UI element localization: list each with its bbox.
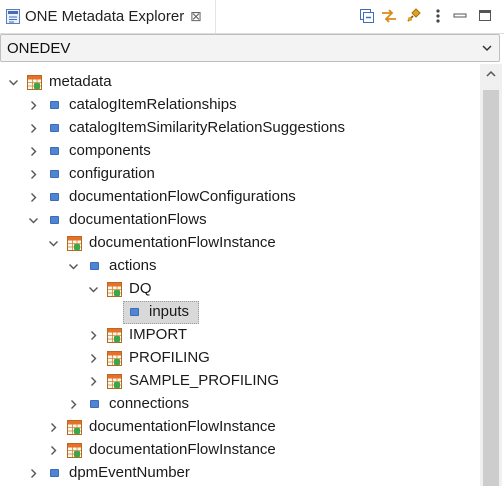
tree-row[interactable]: SAMPLE_PROFILING: [0, 370, 480, 393]
tree-row[interactable]: configuration: [0, 163, 480, 186]
table-icon: [27, 75, 42, 90]
tree-row[interactable]: documentationFlowInstance: [0, 232, 480, 255]
tree-row-label: connections: [109, 395, 190, 412]
tree-row-label: DQ: [129, 280, 152, 297]
vertical-scrollbar[interactable]: [480, 64, 502, 486]
tree-row[interactable]: connections: [0, 393, 480, 416]
tree-row[interactable]: catalogItemRelationships: [0, 94, 480, 117]
tree-row-label: PROFILING: [129, 349, 210, 366]
expand-chevron-right-icon[interactable]: [28, 146, 39, 157]
expand-chevron-right-icon[interactable]: [28, 100, 39, 111]
tree-row-label: IMPORT: [129, 326, 188, 343]
expand-chevron-down-icon[interactable]: [88, 284, 99, 295]
expand-chevron-right-icon[interactable]: [68, 399, 79, 410]
table-icon: [107, 282, 122, 297]
pin-icon[interactable]: [402, 5, 424, 27]
tree-row[interactable]: components: [0, 140, 480, 163]
table-icon: [107, 351, 122, 366]
metadata-explorer-icon: [6, 9, 20, 24]
tree-row-label: documentationFlowInstance: [89, 418, 276, 435]
collapse-all-icon[interactable]: [356, 5, 378, 27]
expand-chevron-right-icon[interactable]: [88, 353, 99, 364]
view-titlebar: ONE Metadata Explorer ⊠: [0, 0, 504, 34]
tree-row[interactable]: catalogItemSimilarityRelationSuggestions: [0, 117, 480, 140]
tree-row[interactable]: DQ: [0, 278, 480, 301]
connection-select-value: ONEDEV: [7, 40, 71, 57]
table-icon: [107, 374, 122, 389]
tree-row-label: inputs: [149, 303, 190, 320]
tree-row-label: documentationFlowInstance: [89, 441, 276, 458]
scrollbar-thumb[interactable]: [483, 90, 499, 486]
attribute-icon: [50, 147, 59, 155]
table-icon: [67, 236, 82, 251]
attribute-icon: [90, 262, 99, 270]
minimize-icon[interactable]: [449, 5, 471, 27]
table-icon: [107, 328, 122, 343]
tree-row-label: documentationFlows: [69, 211, 207, 228]
tree-row[interactable]: actions: [0, 255, 480, 278]
tree-row-label: configuration: [69, 165, 155, 182]
attribute-icon: [50, 101, 59, 109]
expand-chevron-right-icon[interactable]: [48, 422, 59, 433]
view-title: ONE Metadata Explorer: [25, 8, 185, 25]
attribute-icon: [130, 308, 139, 316]
tree-row-label: dpmEventNumber: [69, 464, 190, 481]
expand-chevron-down-icon[interactable]: [28, 215, 39, 226]
view-tab[interactable]: ONE Metadata Explorer ⊠: [0, 0, 216, 33]
tree-row[interactable]: metadata: [0, 71, 480, 94]
attribute-icon: [50, 193, 59, 201]
expand-chevron-down-icon[interactable]: [68, 261, 79, 272]
table-icon: [67, 420, 82, 435]
attribute-icon: [50, 170, 59, 178]
expand-chevron-right-icon[interactable]: [88, 376, 99, 387]
scroll-up-icon[interactable]: [485, 69, 497, 79]
table-icon: [67, 443, 82, 458]
tree-row[interactable]: inputs: [0, 301, 480, 324]
attribute-icon: [50, 124, 59, 132]
attribute-icon: [50, 216, 59, 224]
tree-row-label: documentationFlowInstance: [89, 234, 276, 251]
expand-chevron-right-icon[interactable]: [88, 330, 99, 341]
tree-row[interactable]: dpmEventNumber: [0, 462, 480, 485]
expand-chevron-down-icon[interactable]: [8, 77, 19, 88]
tree-row[interactable]: documentationFlowInstance: [0, 416, 480, 439]
tree-row-label: documentationFlowConfigurations: [69, 188, 296, 205]
tree-row[interactable]: documentationFlowInstance: [0, 439, 480, 462]
tree-row-label: catalogItemSimilarityRelationSuggestions: [69, 119, 345, 136]
view-menu-icon[interactable]: [427, 5, 449, 27]
tree-row[interactable]: PROFILING: [0, 347, 480, 370]
expand-chevron-right-icon[interactable]: [48, 445, 59, 456]
expand-chevron-right-icon[interactable]: [28, 169, 39, 180]
expand-chevron-right-icon[interactable]: [28, 468, 39, 479]
expand-chevron-down-icon[interactable]: [48, 238, 59, 249]
attribute-icon: [50, 469, 59, 477]
tree-row[interactable]: IMPORT: [0, 324, 480, 347]
tree-row-label: components: [69, 142, 151, 159]
tree-row-label: actions: [109, 257, 157, 274]
attribute-icon: [90, 400, 99, 408]
tree-row[interactable]: documentationFlows: [0, 209, 480, 232]
tree-row-label: metadata: [49, 73, 112, 90]
tree-row-label: SAMPLE_PROFILING: [129, 372, 280, 389]
chevron-down-icon: [482, 45, 492, 52]
maximize-icon[interactable]: [474, 5, 496, 27]
connection-select[interactable]: ONEDEV: [0, 34, 500, 62]
tree-row-label: catalogItemRelationships: [69, 96, 237, 113]
expand-chevron-right-icon[interactable]: [28, 123, 39, 134]
link-with-editor-icon[interactable]: [378, 5, 400, 27]
close-icon[interactable]: ⊠: [190, 8, 202, 25]
expand-chevron-right-icon[interactable]: [28, 192, 39, 203]
metadata-tree[interactable]: metadata catalogItemRelationships catalogI…: [0, 64, 480, 486]
tree-row[interactable]: documentationFlowConfigurations: [0, 186, 480, 209]
